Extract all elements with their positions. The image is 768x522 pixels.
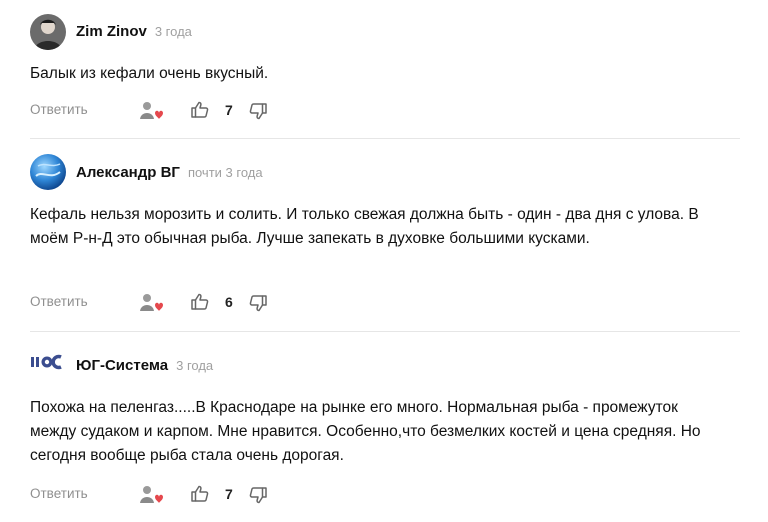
brand-logo-avatar-icon	[30, 347, 68, 377]
author-name[interactable]: Zim Zinov	[76, 23, 147, 40]
globe-avatar-icon	[30, 154, 66, 190]
avatar[interactable]	[30, 14, 66, 50]
comment-actions: Ответить 7	[30, 483, 330, 506]
like-count: 7	[225, 102, 233, 118]
avatar[interactable]	[30, 154, 66, 190]
comment-author[interactable]: Zim Zinov 3 года	[76, 23, 192, 40]
comment-divider	[30, 138, 740, 139]
comment-author[interactable]: ЮГ-Система 3 года	[76, 357, 213, 374]
thumbs-down-icon[interactable]	[248, 486, 268, 506]
reply-button[interactable]: Ответить	[30, 486, 88, 501]
like-count: 6	[225, 294, 233, 310]
comment-actions: Ответить 7	[30, 99, 330, 122]
reaction-users-icon[interactable]	[138, 483, 164, 505]
author-name[interactable]: ЮГ-Система	[76, 357, 168, 374]
comment-time: почти 3 года	[187, 165, 263, 180]
comment-time: 3 года	[154, 24, 192, 39]
comment-text: Похожа на пеленгаз.....В Краснодаре на р…	[30, 399, 701, 464]
like-count: 7	[225, 486, 233, 502]
thumbs-down-icon[interactable]	[248, 294, 268, 314]
comment-actions: Ответить 6	[30, 291, 330, 314]
reaction-users-icon[interactable]	[138, 99, 164, 121]
user-photo-avatar-icon	[30, 14, 66, 50]
comment-text: Балык из кефали очень вкусный.	[30, 65, 269, 82]
reaction-users-icon[interactable]	[138, 291, 164, 313]
thumbs-down-icon[interactable]	[248, 102, 268, 122]
author-name[interactable]: Александр ВГ	[76, 164, 180, 181]
reply-button[interactable]: Ответить	[30, 294, 88, 309]
thumbs-up-icon[interactable]	[190, 292, 210, 312]
comment-text: Кефаль нельзя морозить и солить. И тольк…	[30, 206, 699, 247]
thumbs-up-icon[interactable]	[190, 484, 210, 504]
reply-button[interactable]: Ответить	[30, 102, 88, 117]
avatar[interactable]	[30, 347, 68, 377]
comment-divider	[30, 331, 740, 332]
comment-time: 3 года	[176, 358, 214, 373]
thumbs-up-icon[interactable]	[190, 100, 210, 120]
comment-author[interactable]: Александр ВГ почти 3 года	[76, 164, 263, 181]
